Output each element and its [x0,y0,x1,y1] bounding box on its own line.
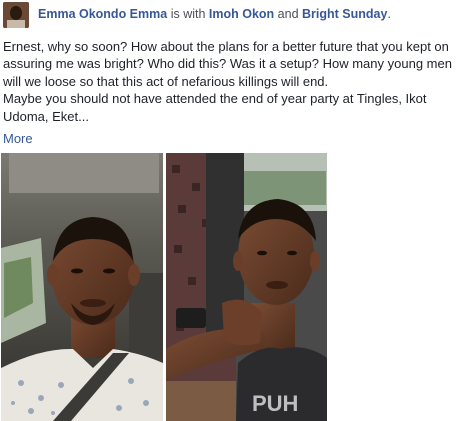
author-avatar[interactable] [3,2,29,28]
and-text: and [277,7,299,21]
header-period: . [387,7,391,21]
facebook-post: Emma Okondo Emma is with Imoh Okon and B… [0,0,460,421]
tagged-user-2-link[interactable]: Bright Sunday [302,7,387,21]
tagged-user-1-link[interactable]: Imoh Okon [209,7,274,21]
see-more-link[interactable]: More [3,131,33,146]
post-header: Emma Okondo Emma is with Imoh Okon and B… [38,6,458,22]
post-paragraph-1: Ernest, why so soon? How about the plans… [3,39,452,89]
post-body: Ernest, why so soon? How about the plans… [3,38,457,125]
post-photo-1[interactable] [1,153,163,421]
post-photo-2[interactable]: PUH [166,153,327,421]
post-paragraph-2: Maybe you should not have attended the e… [3,91,427,124]
with-text: is with [170,7,206,21]
author-name-link[interactable]: Emma Okondo Emma [38,7,167,21]
svg-text:PUH: PUH [252,391,298,416]
